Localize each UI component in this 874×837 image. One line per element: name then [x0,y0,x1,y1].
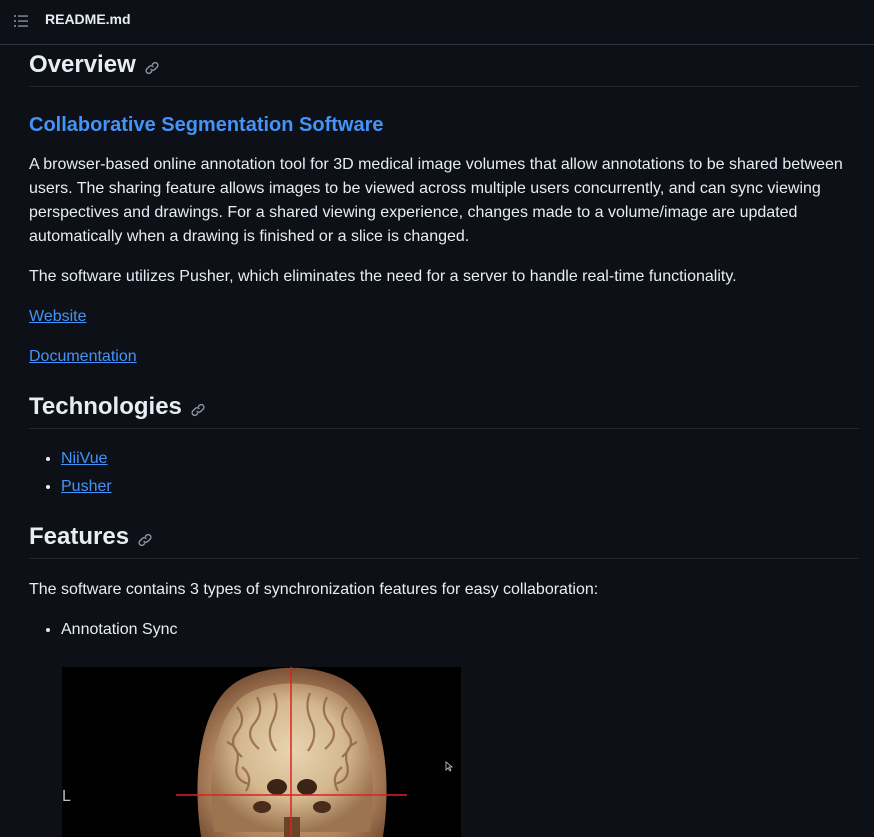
link-icon[interactable] [137,532,153,548]
link-icon[interactable] [144,60,160,76]
brain-scan-image: L [62,667,461,837]
project-title: Collaborative Segmentation Software [29,114,384,136]
heading-features: Features [29,523,859,559]
heading-overview: Overview [29,51,859,87]
file-header-bar: README.md [0,0,874,45]
heading-overview-text: Overview [29,51,136,78]
features-intro: The software contains 3 types of synchro… [29,581,599,598]
link-icon[interactable] [190,402,206,418]
documentation-link[interactable]: Documentation [29,348,137,365]
niivue-link[interactable]: NiiVue [61,450,108,467]
features-list: Annotation Sync [29,616,178,644]
brain-mri-coronal-slice [62,667,461,837]
list-item: Pusher [61,473,112,501]
file-name: README.md [45,11,131,27]
list-unordered-icon[interactable] [13,13,29,29]
pusher-paragraph: The software utilizes Pusher, which elim… [29,268,737,285]
description-paragraph: A browser-based online annotation tool f… [29,156,843,245]
heading-technologies: Technologies [29,393,859,429]
documentation-paragraph: Documentation [29,345,137,369]
pusher-link[interactable]: Pusher [61,478,112,495]
website-link[interactable]: Website [29,308,87,325]
heading-technologies-text: Technologies [29,393,182,420]
orientation-label: L [62,788,71,805]
list-item: Annotation Sync [61,616,178,644]
technologies-list: NiiVue Pusher [29,445,112,501]
heading-features-text: Features [29,523,130,550]
website-paragraph: Website [29,305,87,329]
list-item: NiiVue [61,445,112,473]
